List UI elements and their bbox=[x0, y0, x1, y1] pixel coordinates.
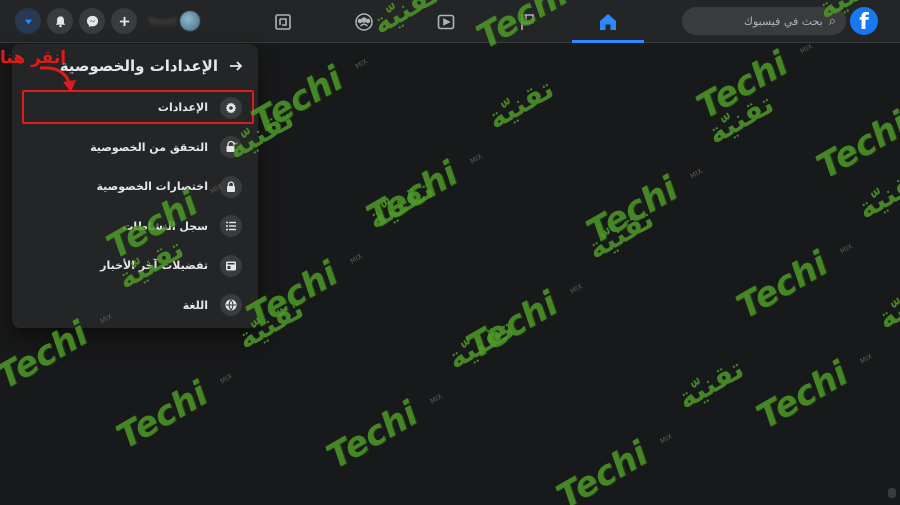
watermark-small: MIX bbox=[838, 242, 855, 256]
watermark-latin: Techi bbox=[810, 103, 900, 188]
watermark-arabic: تقنيّة bbox=[851, 161, 900, 226]
messenger-button[interactable] bbox=[79, 8, 105, 34]
account-menu-button[interactable] bbox=[15, 8, 41, 34]
watermark-small: MIX bbox=[858, 352, 875, 366]
watermark-small: MIX bbox=[798, 42, 815, 56]
arrow-right-icon[interactable] bbox=[228, 58, 244, 74]
menu-item-activity-log[interactable]: سجل النشاطات bbox=[12, 207, 258, 247]
notifications-button[interactable] bbox=[47, 8, 73, 34]
lock-check-icon bbox=[220, 136, 242, 159]
watermark-small: MIX bbox=[468, 152, 485, 166]
watermark-arabic: تقنيّة bbox=[581, 201, 660, 266]
profile-name: Yosef bbox=[148, 14, 177, 28]
watermark-latin: Techi bbox=[690, 43, 795, 128]
caret-down-icon bbox=[24, 19, 32, 24]
watermark-latin: Techi bbox=[460, 283, 565, 368]
watermark-arabic: تقنيّة bbox=[361, 171, 440, 236]
gaming-icon bbox=[275, 13, 291, 30]
facebook-logo-letter: f bbox=[859, 10, 869, 35]
menu-item-label: التحقق من الخصوصية bbox=[90, 140, 208, 154]
watermark-small: MIX bbox=[688, 167, 705, 181]
watermark-arabic: تقنيّة bbox=[671, 351, 750, 416]
panel-title: الإعدادات والخصوصية bbox=[59, 57, 218, 75]
tab-home[interactable] bbox=[572, 0, 644, 43]
news-feed-icon bbox=[220, 254, 242, 277]
search-icon: ⌕ bbox=[828, 13, 836, 29]
watermark-latin: Techi bbox=[550, 433, 655, 505]
watermark-small: MIX bbox=[658, 432, 675, 446]
watermark-small: MIX bbox=[568, 282, 585, 296]
profile-shortcut[interactable]: Yosef bbox=[148, 9, 201, 33]
top-navigation-bar: f ⌕ Yosef bbox=[0, 0, 900, 43]
watermark-small: MIX bbox=[353, 57, 370, 71]
tab-pages[interactable] bbox=[492, 0, 564, 43]
messenger-icon bbox=[86, 15, 98, 27]
menu-item-language[interactable]: اللغة bbox=[12, 286, 258, 326]
scrollbar-thumb[interactable] bbox=[888, 488, 896, 498]
search-box[interactable]: ⌕ bbox=[677, 7, 846, 35]
menu-item-privacy-shortcuts[interactable]: اختصارات الخصوصية bbox=[12, 167, 258, 207]
watermark-latin: Techi bbox=[360, 153, 465, 238]
search-input[interactable] bbox=[677, 14, 823, 28]
video-icon bbox=[437, 14, 455, 29]
menu-item-privacy-checkup[interactable]: التحقق من الخصوصية bbox=[12, 128, 258, 168]
globe-icon bbox=[220, 294, 242, 317]
watermark-latin: Techi bbox=[110, 373, 215, 458]
facebook-logo[interactable]: f bbox=[850, 7, 878, 35]
menu-item-label: تفضيلات آخر الأخبار bbox=[100, 259, 208, 273]
flag-icon bbox=[521, 13, 534, 30]
menu-item-label: اختصارات الخصوصية bbox=[96, 180, 209, 194]
watermark-small: MIX bbox=[218, 372, 235, 386]
bell-icon bbox=[55, 15, 65, 27]
tab-watch[interactable] bbox=[410, 0, 482, 43]
watermark-small: MIX bbox=[428, 392, 445, 406]
tab-gaming[interactable] bbox=[247, 0, 319, 43]
create-button[interactable] bbox=[111, 8, 137, 34]
watermark-latin: Techi bbox=[730, 243, 835, 328]
watermark-arabic: تقنيّة bbox=[871, 271, 900, 336]
annotation-arrow bbox=[39, 66, 76, 92]
groups-icon bbox=[355, 12, 373, 31]
tab-groups[interactable] bbox=[328, 0, 400, 43]
menu-item-label: اللغة bbox=[182, 298, 208, 312]
list-icon bbox=[220, 215, 242, 238]
watermark-small: MIX bbox=[348, 252, 365, 266]
watermark-latin: Techi bbox=[580, 168, 685, 253]
watermark-arabic: تقنيّة bbox=[441, 311, 520, 376]
menu-item-label: سجل النشاطات bbox=[122, 219, 208, 233]
watermark-latin: Techi bbox=[245, 58, 350, 143]
menu-item-news-feed-preferences[interactable]: تفضيلات آخر الأخبار bbox=[12, 246, 258, 286]
lock-icon bbox=[220, 175, 242, 198]
plus-icon bbox=[119, 16, 129, 26]
avatar bbox=[180, 11, 201, 31]
watermark-arabic: تقنيّة bbox=[481, 71, 560, 136]
home-icon bbox=[600, 13, 616, 30]
watermark-arabic: تقنيّة bbox=[701, 86, 780, 151]
watermark-latin: Techi bbox=[320, 393, 425, 478]
watermark-latin: Techi bbox=[750, 353, 855, 438]
